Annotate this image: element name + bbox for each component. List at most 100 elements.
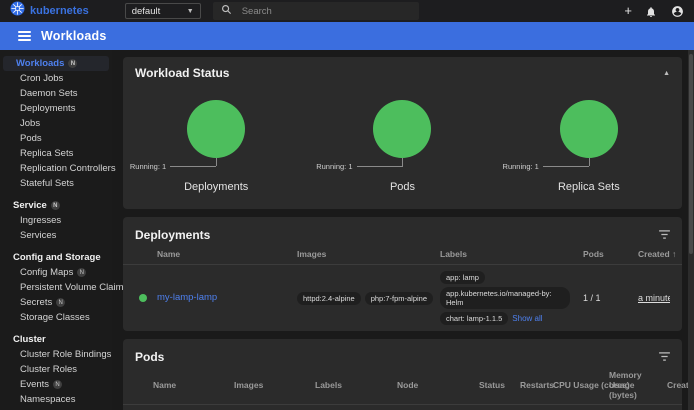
sidebar-item-label: Config Maps [20,267,73,278]
sidebar-item-cluster-role-bindings[interactable]: Cluster Role Bindings [0,347,112,362]
sidebar-section-service[interactable]: Service N [0,198,112,213]
pod-table-row[interactable]: my-lamp-lamp-5fd985cf68-jwvz4 httpd:2.4-… [123,405,682,410]
image-chip: httpd:2.4-alpine [297,292,361,305]
kubernetes-logo-icon [10,1,25,21]
sidebar-item-events[interactable]: Events N [0,377,112,392]
sidebar-item-stateful-sets[interactable]: Stateful Sets [0,176,112,191]
column-header-images[interactable]: Images [234,380,315,390]
search-box[interactable]: Search [213,2,419,20]
sidebar-section-cluster[interactable]: Cluster [0,332,112,347]
sidebar-item-label: Replication Controllers [20,163,116,174]
collapse-caret-icon[interactable]: ▲ [663,70,670,77]
deployment-name-link[interactable]: my-lamp-lamp [157,292,297,304]
sidebar-item-persistent-volume-claims[interactable]: Persistent Volume Claims N [0,280,112,295]
namespaced-badge-icon: N [77,268,86,277]
sidebar-item-secrets[interactable]: Secrets N [0,295,112,310]
notifications-bell-icon[interactable] [645,5,658,18]
sidebar-item-namespaces[interactable]: Namespaces [0,392,112,407]
column-header-memory-usage[interactable]: Memory Usage (bytes) [609,370,667,401]
label-chip: chart: lamp-1.1.5 [440,312,508,325]
sidebar-item-deployments[interactable]: Deployments [0,101,112,116]
column-header-name[interactable]: Name [157,249,297,259]
user-account-icon[interactable] [671,5,684,18]
kubernetes-dashboard: kubernetes default ▼ Search + [0,0,694,410]
sidebar-item-label: Cluster Role Bindings [20,349,111,360]
column-header-restarts[interactable]: Restarts [520,380,553,390]
pie-running-segment[interactable] [373,100,431,158]
column-header-cpu-usage[interactable]: CPU Usage (cores) [553,380,609,390]
sidebar-item-pods[interactable]: Pods [0,131,112,146]
namespaced-badge-icon: N [51,201,60,210]
sidebar-item-services[interactable]: Services [0,228,112,243]
sort-asc-icon: ↑ [672,249,676,259]
column-header-name[interactable]: Name [153,380,234,390]
sidebar-item-config-maps[interactable]: Config Maps N [0,265,112,280]
sidebar-item-label: Ingresses [20,215,61,226]
pods-card-title: Pods [135,350,164,364]
pods-pie-chart: Running: 1 Pods [309,100,495,193]
namespace-value: default [132,6,161,17]
sidebar-item-storage-classes[interactable]: Storage Classes [0,310,112,325]
filter-list-icon[interactable] [659,348,670,366]
sidebar-item-cron-jobs[interactable]: Cron Jobs [0,71,112,86]
workload-status-title: Workload Status [135,66,229,80]
deployments-table-header: Name Images Labels Pods Created ↑ [123,248,682,265]
top-bar: kubernetes default ▼ Search + [0,0,694,22]
namespaced-badge-icon: N [53,380,62,389]
show-all-link[interactable]: Show all [512,314,542,323]
pie-callout-label: Running: 1 [503,162,539,171]
sidebar-item-label: Deployments [20,103,75,114]
brand-name: kubernetes [30,5,89,17]
sidebar-item-label: Cluster Roles [20,364,77,375]
chevron-down-icon: ▼ [187,8,194,15]
column-header-labels[interactable]: Labels [315,380,397,390]
sidebar-item-workloads[interactable]: Workloads N [3,56,109,71]
main-content: Workload Status ▲ Running: 1 Deployments [112,50,694,410]
search-input[interactable]: Search [242,6,272,17]
created-timestamp[interactable]: a minute ago [638,293,670,303]
sidebar-item-daemon-sets[interactable]: Daemon Sets [0,86,112,101]
image-chip: php:7-fpm-alpine [365,292,433,305]
deployments-pie-chart: Running: 1 Deployments [123,100,309,193]
sidebar-item-label: Cluster [13,334,46,345]
search-icon [221,2,232,20]
sidebar-item-ingresses[interactable]: Ingresses [0,213,112,228]
column-header-images[interactable]: Images [297,249,440,259]
sidebar-item-jobs[interactable]: Jobs [0,116,112,131]
label-chip: app.kubernetes.io/managed-by: Helm [440,287,570,309]
namespace-selector[interactable]: default ▼ [125,3,201,19]
menu-hamburger-icon[interactable] [18,31,31,41]
page-title: Workloads [41,29,106,43]
sidebar-item-label: Pods [20,133,42,144]
deployments-card-title: Deployments [135,228,210,242]
pie-chart-title: Pods [309,181,495,193]
pie-running-segment[interactable] [187,100,245,158]
pie-running-segment[interactable] [560,100,618,158]
topbar-actions: + [624,5,684,18]
brand[interactable]: kubernetes [10,1,89,21]
scrollbar-thumb[interactable] [689,54,693,254]
column-header-status[interactable]: Status [479,380,520,390]
sidebar-item-label: Jobs [20,118,40,129]
column-header-node[interactable]: Node [397,380,479,390]
column-header-labels[interactable]: Labels [440,249,583,259]
deployment-table-row[interactable]: my-lamp-lamp httpd:2.4-alpine php:7-fpm-… [123,265,682,331]
sidebar-item-label: Replica Sets [20,148,73,159]
column-header-pods[interactable]: Pods [583,249,638,259]
pie-chart-title: Replica Sets [496,181,682,193]
sidebar-item-replica-sets[interactable]: Replica Sets [0,146,112,161]
main-scrollbar[interactable] [688,50,694,410]
sidebar-item-label: Namespaces [20,394,75,405]
sidebar-item-cluster-roles[interactable]: Cluster Roles [0,362,112,377]
sidebar-item-label: Daemon Sets [20,88,78,99]
sidebar-item-label: Secrets [20,297,52,308]
sidebar-nav: Workloads N Cron Jobs Daemon Sets Deploy… [0,50,112,410]
column-header-created[interactable]: Created ↑ [638,249,682,259]
sidebar-item-label: Workloads [16,58,64,69]
create-resource-button[interactable]: + [624,5,632,17]
pods-ratio: 1 / 1 [583,293,638,303]
sidebar-section-config-and-storage[interactable]: Config and Storage [0,250,112,265]
sidebar-item-replication-controllers[interactable]: Replication Controllers [0,161,112,176]
pie-chart-title: Deployments [123,181,309,193]
filter-list-icon[interactable] [659,226,670,244]
